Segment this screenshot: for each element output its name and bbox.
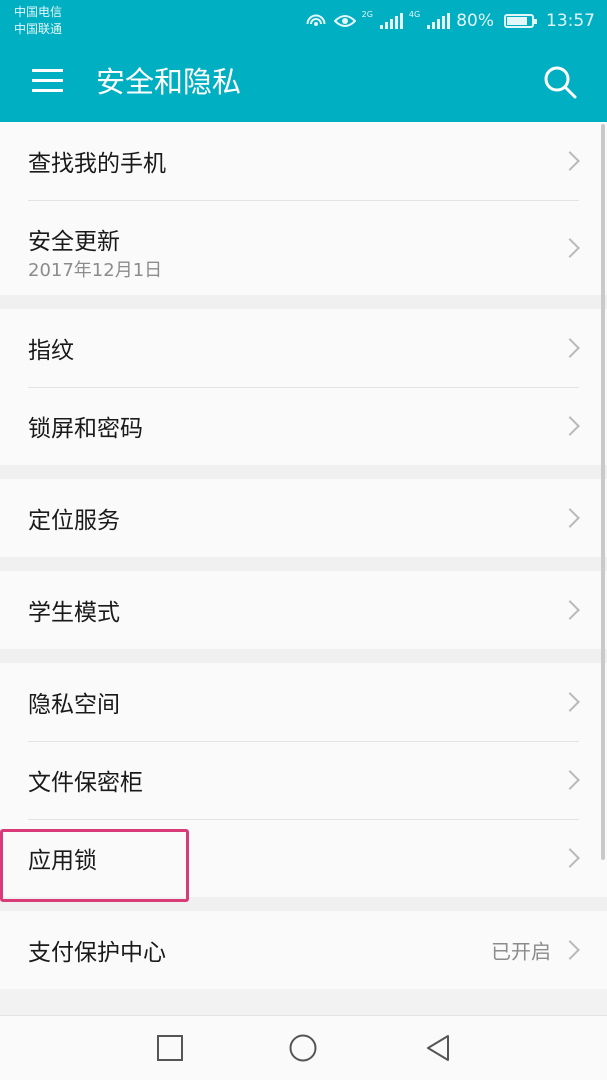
settings-item-status: 已开启 [491, 939, 551, 964]
hamburger-menu-icon[interactable] [32, 69, 63, 93]
back-triangle-icon[interactable] [424, 1033, 454, 1063]
group-divider [0, 557, 607, 571]
settings-group: 指纹 锁屏和密码 [0, 309, 607, 465]
chevron-right-icon [560, 151, 580, 171]
battery-percentage: 80% [456, 11, 494, 31]
recents-square-icon[interactable] [155, 1033, 185, 1063]
settings-item-title: 应用锁 [28, 848, 97, 874]
settings-item-title: 支付保护中心 [28, 940, 166, 966]
home-circle-icon[interactable] [288, 1033, 318, 1063]
settings-item[interactable]: 定位服务 [0, 479, 607, 557]
settings-group: 查找我的手机 安全更新 2017年12月1日 [0, 122, 607, 295]
status-icons: 2G 4G 80% 13:57 [306, 9, 595, 33]
settings-item-title: 学生模式 [28, 600, 120, 626]
search-icon[interactable] [542, 64, 578, 100]
settings-item-title: 定位服务 [28, 508, 120, 534]
group-divider [0, 649, 607, 663]
battery-icon [504, 14, 537, 28]
settings-item-title: 安全更新 [28, 229, 120, 255]
chevron-right-icon [560, 770, 580, 790]
scrollbar[interactable] [601, 124, 605, 860]
settings-item-title: 指纹 [28, 338, 74, 364]
group-divider [0, 897, 607, 911]
settings-item[interactable]: 安全更新 2017年12月1日 [0, 200, 607, 295]
settings-list: 查找我的手机 安全更新 2017年12月1日指纹锁屏和密码定位服务学生模式隐私空间文… [0, 122, 607, 989]
chevron-right-icon [560, 338, 580, 358]
settings-item[interactable]: 锁屏和密码 [0, 387, 607, 465]
settings-group: 学生模式 [0, 571, 607, 649]
network-type-1: 2G [361, 10, 373, 19]
carrier-name-2: 中国联通 [14, 22, 63, 36]
settings-item-title: 隐私空间 [28, 692, 120, 718]
settings-group: 定位服务 [0, 479, 607, 557]
settings-item[interactable]: 查找我的手机 [0, 122, 607, 200]
settings-item-title: 文件保密柜 [28, 770, 143, 796]
settings-item[interactable]: 应用锁 [0, 819, 607, 897]
settings-item[interactable]: 支付保护中心 已开启 [0, 911, 607, 989]
settings-item[interactable]: 隐私空间 [0, 663, 607, 741]
chevron-right-icon [560, 237, 580, 258]
group-divider [0, 295, 607, 309]
chevron-right-icon [560, 508, 580, 528]
settings-item[interactable]: 指纹 [0, 309, 607, 387]
settings-item-subtitle: 2017年12月1日 [28, 260, 163, 281]
chevron-right-icon [560, 416, 580, 436]
chevron-right-icon [560, 600, 580, 620]
network-type-2: 4G [408, 10, 421, 19]
settings-group: 支付保护中心 已开启 [0, 911, 607, 989]
signal-strength-icon [379, 13, 403, 29]
status-bar: 中国电信 中国联通 2G 4G 80% 13:57 [0, 0, 607, 42]
settings-item[interactable]: 文件保密柜 [0, 741, 607, 819]
chevron-right-icon [560, 940, 580, 960]
navigation-bar [0, 1015, 607, 1080]
chevron-right-icon [560, 692, 580, 712]
carrier-name-1: 中国电信 [14, 5, 63, 19]
chevron-right-icon [560, 848, 580, 868]
settings-item[interactable]: 学生模式 [0, 571, 607, 649]
page-title: 安全和隐私 [96, 65, 242, 99]
group-divider [0, 465, 607, 479]
settings-group: 隐私空间文件保密柜应用锁 [0, 663, 607, 897]
hotspot-icon [306, 14, 326, 26]
signal-strength-icon-2 [427, 13, 451, 29]
settings-item-title: 锁屏和密码 [28, 416, 143, 442]
settings-item-title: 查找我的手机 [28, 151, 166, 177]
clock: 13:57 [546, 11, 595, 31]
app-bar: 安全和隐私 [0, 42, 607, 122]
eye-comfort-icon [333, 15, 356, 27]
